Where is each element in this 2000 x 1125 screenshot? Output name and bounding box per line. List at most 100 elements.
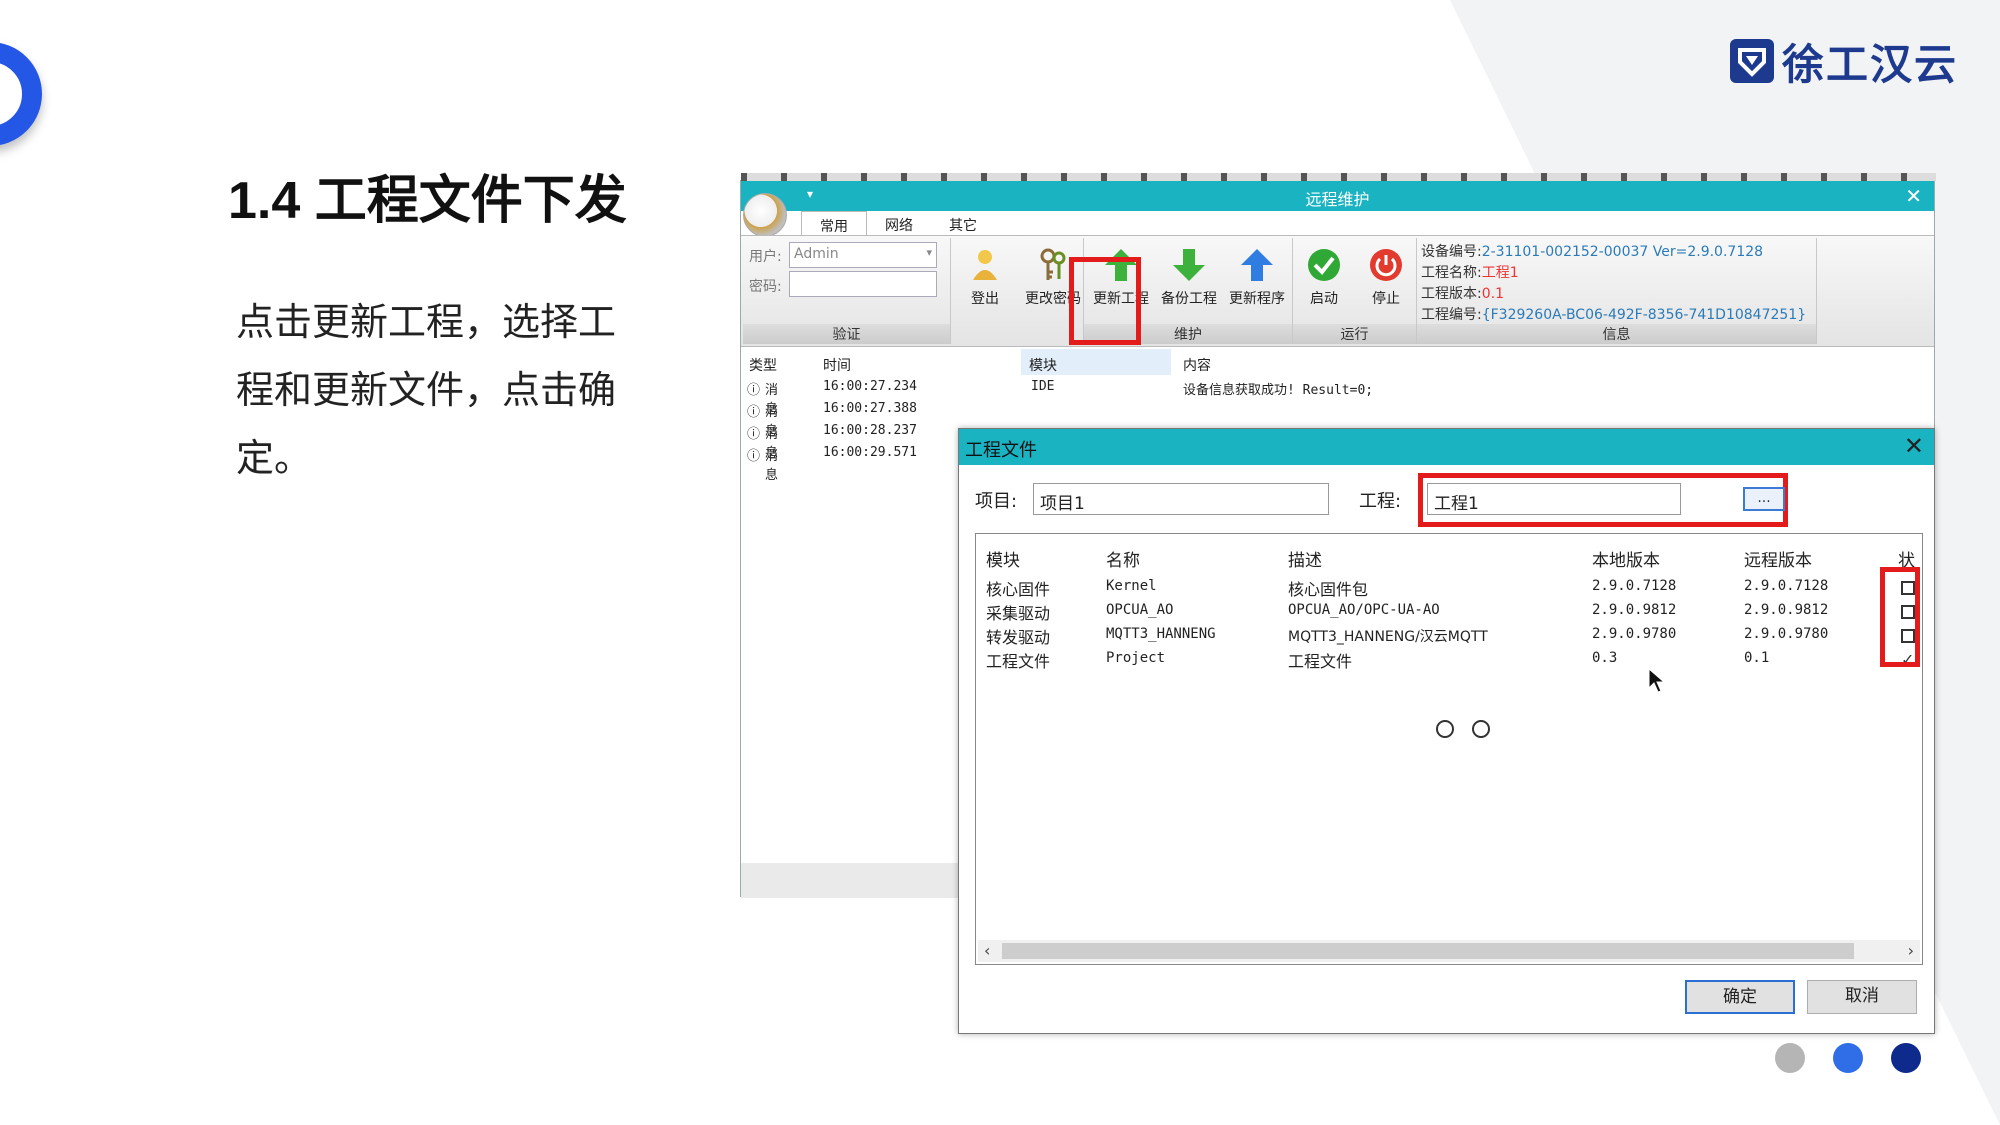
- up-arrow-blue-icon: [1223, 242, 1291, 288]
- project-input[interactable]: 工程1: [1427, 483, 1681, 515]
- table-row[interactable]: 工程文件 Project 工程文件 0.3 0.1: [976, 648, 1920, 672]
- project-version-label: 工程版本:: [1421, 286, 1482, 302]
- info-icon: ⓘ: [747, 405, 761, 420]
- ok-button[interactable]: 确定: [1685, 980, 1795, 1014]
- row-desc: 工程文件: [1288, 652, 1353, 671]
- dropdown-arrow-icon: ▾: [926, 246, 932, 259]
- row-name: OPCUA_AO: [1106, 602, 1174, 618]
- decorative-ring: [0, 42, 42, 146]
- pager-dot-2: [1833, 1043, 1863, 1073]
- user-label: 用户:: [749, 249, 782, 265]
- mouse-cursor-icon: [1648, 667, 1666, 698]
- background-window-strip: [741, 173, 1936, 181]
- row-name: MQTT3_HANNENG: [1106, 626, 1216, 642]
- log-col-type: 类型: [749, 358, 777, 374]
- table-row[interactable]: 采集驱动 OPCUA_AO OPCUA_AO/OPC-UA-AO 2.9.0.9…: [976, 600, 1920, 624]
- update-program-label: 更新程序: [1229, 291, 1285, 307]
- cancel-button[interactable]: 取消: [1807, 980, 1917, 1014]
- down-arrow-green-icon: [1155, 242, 1223, 288]
- backup-project-button[interactable]: 备份工程: [1155, 242, 1223, 312]
- log-header: 类型 时间 模块 内容: [741, 349, 1934, 375]
- loading-dot: [1436, 720, 1454, 738]
- row-desc: 核心固件包: [1288, 580, 1369, 599]
- table-row[interactable]: 转发驱动 MQTT3_HANNENG MQTT3_HANNENG/汉云MQTT …: [976, 624, 1920, 648]
- scroll-thumb[interactable]: [1002, 943, 1854, 959]
- device-info: 设备编号:2-31101-002152-00037 Ver=2.9.0.7128…: [1421, 242, 1806, 326]
- password-label: 密码:: [749, 279, 782, 295]
- row-desc: OPCUA_AO/OPC-UA-AO: [1288, 602, 1440, 618]
- log-col-time: 时间: [823, 358, 851, 374]
- log-time: 16:00:27.388: [823, 401, 917, 416]
- start-label: 启动: [1310, 291, 1338, 307]
- project-file-dialog: 工程文件 ✕ 项目: 项目1 工程: 工程1 ... 模块 名称 描述 本地版本…: [958, 428, 1935, 1034]
- log-module: IDE: [1031, 379, 1055, 394]
- info-icon: ⓘ: [747, 427, 761, 442]
- device-id-value: 2-31101-002152-00037 Ver=2.9.0.7128: [1481, 244, 1764, 260]
- backup-project-label: 备份工程: [1161, 291, 1217, 307]
- col-remote-version: 远程版本: [1744, 551, 1812, 571]
- item-input[interactable]: 项目1: [1033, 483, 1329, 515]
- browse-button[interactable]: ...: [1743, 487, 1785, 511]
- project-label: 工程:: [1359, 491, 1402, 512]
- dialog-titlebar: 工程文件 ✕: [959, 429, 1934, 465]
- tab-other[interactable]: 其它: [931, 211, 995, 235]
- tab-network[interactable]: 网络: [867, 211, 931, 235]
- logo-text: 徐工汉云: [1782, 39, 1959, 89]
- power-icon: [1355, 242, 1417, 288]
- logo-shield-icon: [1730, 39, 1774, 83]
- update-project-highlight: [1069, 257, 1141, 345]
- info-icon: ⓘ: [747, 383, 761, 398]
- row-module: 采集驱动: [986, 604, 1051, 623]
- device-id-label: 设备编号:: [1421, 244, 1482, 260]
- stop-button[interactable]: 停止: [1355, 242, 1417, 312]
- row-desc: MQTT3_HANNENG/汉云MQTT: [1288, 629, 1488, 645]
- log-type: 消息: [765, 449, 779, 483]
- auth-group: 用户: Admin ▾ 密码: 验证: [743, 238, 951, 344]
- log-col-module: 模块: [1021, 349, 1171, 375]
- log-content: 设备信息获取成功! Result=0;: [1183, 383, 1374, 398]
- project-id-value: {F329260A-BC06-492F-8356-741D10847251}: [1481, 307, 1807, 323]
- item-label: 项目:: [975, 491, 1018, 512]
- slide-description: 点击更新工程，选择工程和更新文件，点击确定。: [236, 300, 617, 480]
- slide-title: 1.4 工程文件下发: [228, 172, 627, 230]
- password-input[interactable]: [789, 271, 937, 297]
- user-value: Admin: [794, 246, 839, 262]
- brand-logo: 徐工汉云: [1730, 36, 1958, 89]
- row-remote-version: 2.9.0.9780: [1744, 626, 1829, 642]
- checkbox-column-highlight: [1880, 567, 1920, 667]
- project-version-value: 0.1: [1481, 286, 1504, 302]
- update-program-button[interactable]: 更新程序: [1223, 242, 1291, 312]
- row-name: Kernel: [1106, 578, 1157, 594]
- row-module: 核心固件: [986, 580, 1051, 599]
- close-icon[interactable]: ✕: [1905, 184, 1922, 208]
- scroll-right-icon[interactable]: ›: [1908, 941, 1914, 960]
- dialog-close-icon[interactable]: ✕: [1904, 432, 1924, 460]
- pager-dot-3: [1891, 1043, 1921, 1073]
- tab-common[interactable]: 常用: [801, 211, 867, 235]
- pager-dot-1: [1775, 1043, 1805, 1073]
- logout-button[interactable]: 登出: [951, 242, 1019, 312]
- user-select[interactable]: Admin ▾: [789, 242, 937, 268]
- col-local-version: 本地版本: [1592, 551, 1660, 571]
- ribbon: 用户: Admin ▾ 密码: 验证 登出 更改密码 维护 更新工程 备份工程 …: [741, 235, 1934, 347]
- row-local-version: 0.3: [1592, 650, 1618, 666]
- statusbar: [741, 863, 961, 898]
- user-icon: [951, 242, 1019, 288]
- auth-group-label: 验证: [743, 324, 950, 344]
- row-local-version: 2.9.0.9812: [1592, 602, 1677, 618]
- stop-label: 停止: [1372, 291, 1400, 307]
- start-button[interactable]: 启动: [1293, 242, 1355, 312]
- window-titlebar: ▾ 远程维护 ✕: [741, 181, 1934, 237]
- logout-label: 登出: [971, 291, 999, 307]
- loading-dot: [1472, 720, 1490, 738]
- log-time: 16:00:28.237: [823, 423, 917, 438]
- table-row[interactable]: 核心固件 Kernel 核心固件包 2.9.0.7128 2.9.0.7128: [976, 576, 1920, 600]
- log-col-content: 内容: [1183, 358, 1211, 374]
- row-module: 转发驱动: [986, 628, 1051, 647]
- horizontal-scrollbar[interactable]: ‹ ›: [978, 940, 1920, 962]
- project-name-value: 工程1: [1481, 265, 1519, 281]
- project-id-label: 工程编号:: [1421, 307, 1482, 323]
- row-remote-version: 2.9.0.7128: [1744, 578, 1829, 594]
- scroll-left-icon[interactable]: ‹: [984, 941, 990, 960]
- module-list: 模块 名称 描述 本地版本 远程版本 状 核心固件 Kernel 核心固件包 2…: [975, 533, 1923, 965]
